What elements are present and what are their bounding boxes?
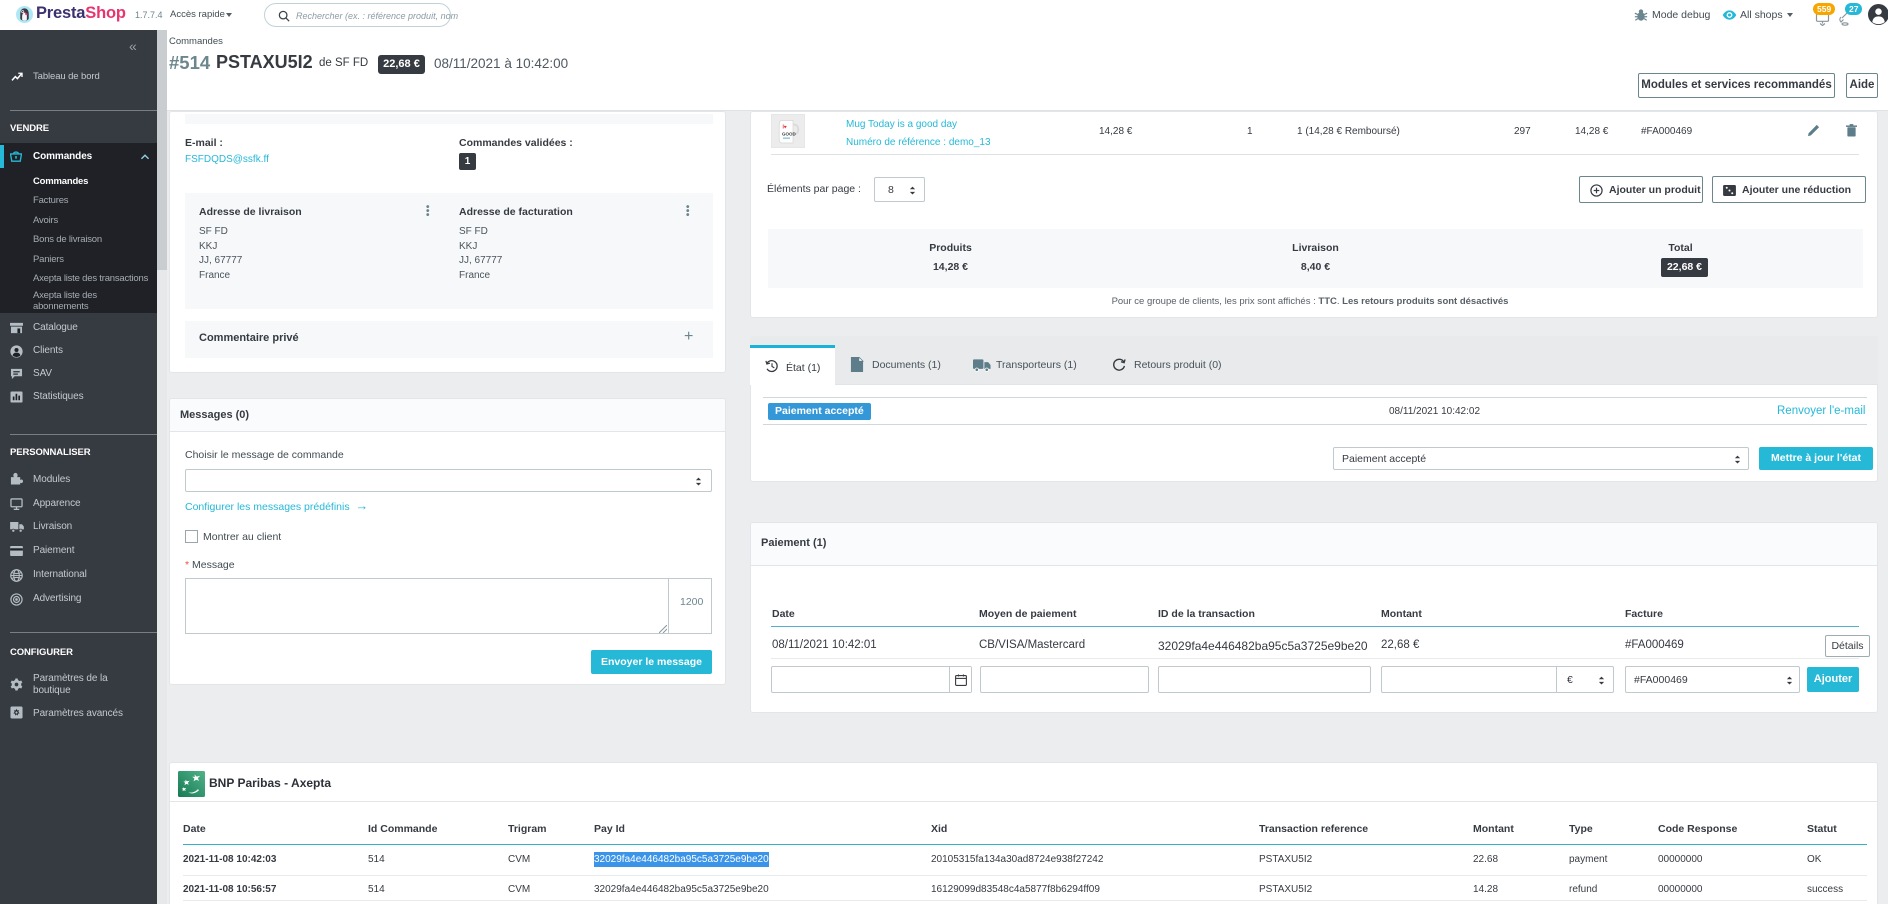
svg-text:GOOD: GOOD	[782, 132, 797, 137]
svg-text:I♥: I♥	[783, 125, 787, 131]
